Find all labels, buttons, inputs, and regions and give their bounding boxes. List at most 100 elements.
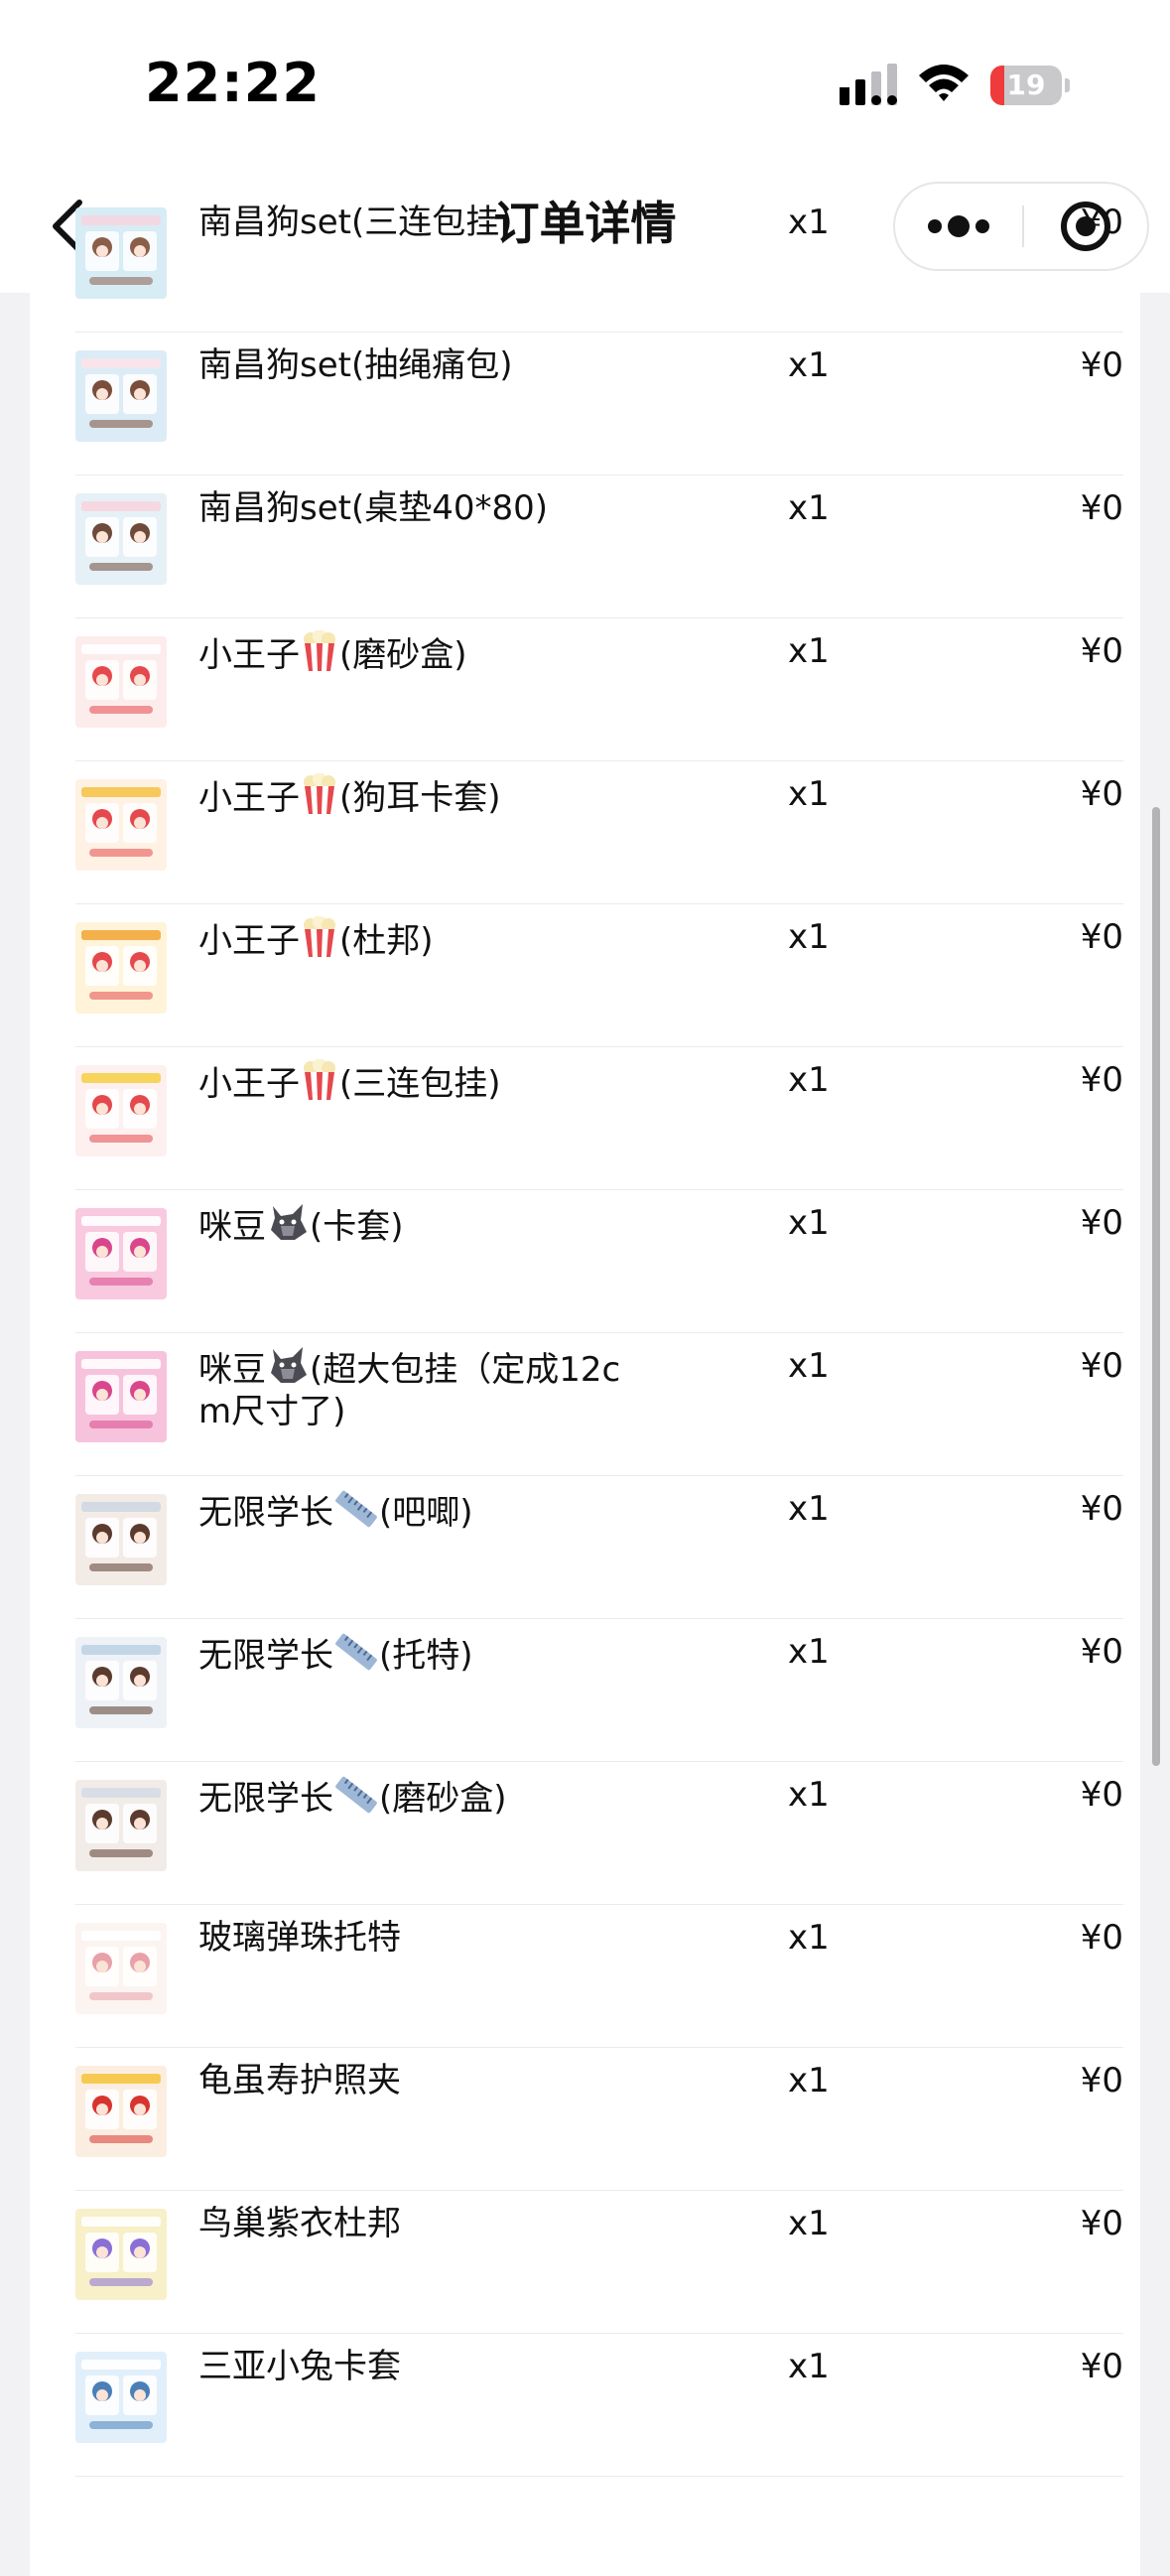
product-thumbnail[interactable]: [75, 493, 167, 585]
product-thumbnail[interactable]: [75, 1065, 167, 1156]
product-thumbnail[interactable]: [75, 207, 167, 299]
product-image: [75, 493, 167, 585]
product-name-suffix: (托特): [379, 1636, 473, 1676]
popcorn-icon: [304, 773, 335, 814]
product-quantity: x1: [788, 345, 830, 385]
product-name: 鸟巢紫衣杜邦: [198, 2203, 625, 2244]
product-name-prefix: 无限学长: [198, 1493, 333, 1533]
product-thumbnail[interactable]: [75, 1637, 167, 1728]
product-thumbnail[interactable]: [75, 1208, 167, 1299]
product-quantity: x1: [788, 1632, 830, 1672]
product-quantity: x1: [788, 2204, 830, 2243]
product-thumbnail[interactable]: [75, 922, 167, 1014]
product-quantity: x1: [788, 1918, 830, 1958]
product-name-prefix: 咪豆: [198, 1207, 266, 1247]
product-image: [75, 779, 167, 871]
product-name-prefix: 小王子: [198, 635, 300, 675]
product-image: [75, 1494, 167, 1585]
product-name: 咪豆 (超大包挂（定成12cm尺寸了): [198, 1345, 625, 1432]
product-thumbnail[interactable]: [75, 2066, 167, 2157]
product-quantity: x1: [788, 1203, 830, 1243]
product-image: [75, 922, 167, 1014]
product-name-suffix: (狗耳卡套): [339, 778, 501, 818]
product-thumbnail[interactable]: [75, 2209, 167, 2300]
product-thumbnail[interactable]: [75, 1923, 167, 2014]
order-item-row[interactable]: 咪豆 (超大包挂（定成12cm尺寸了) x1 ¥0: [75, 1333, 1123, 1476]
product-quantity: x1: [788, 488, 830, 528]
product-name-prefix: 小王子: [198, 921, 300, 961]
product-price: ¥0: [1080, 1775, 1123, 1815]
product-price: ¥0: [1080, 1203, 1123, 1243]
order-item-row[interactable]: 鸟巢紫衣杜邦 x1 ¥0: [75, 2191, 1123, 2334]
product-name-prefix: 小王子: [198, 778, 300, 818]
product-name: 小王子 (磨砂盒): [198, 630, 625, 676]
product-image: [75, 1923, 167, 2014]
product-name: 三亚小兔卡套: [198, 2346, 625, 2387]
product-quantity: x1: [788, 774, 830, 814]
product-image: [75, 2209, 167, 2300]
order-item-row[interactable]: 小王子 (三连包挂) x1 ¥0: [75, 1047, 1123, 1190]
product-thumbnail[interactable]: [75, 1494, 167, 1585]
product-name-prefix: 三亚小兔卡套: [198, 2347, 401, 2386]
product-name-prefix: 小王子: [198, 1064, 300, 1104]
product-name: 南昌狗set(桌垫40*80): [198, 487, 625, 529]
product-price: ¥0: [1080, 488, 1123, 528]
product-name: 咪豆 (卡套): [198, 1202, 625, 1248]
product-name-suffix: (三连包挂): [339, 1064, 501, 1104]
product-name: 南昌狗set(抽绳痛包): [198, 344, 625, 386]
product-name-suffix: (磨砂盒): [379, 1779, 507, 1819]
product-price: ¥0: [1080, 1060, 1123, 1100]
product-name: 南昌狗set(三连包挂): [198, 202, 625, 243]
order-item-row[interactable]: 小王子 (杜邦) x1 ¥0: [75, 904, 1123, 1047]
product-name: 无限学长 (磨砂盒): [198, 1774, 625, 1820]
product-name: 龟虽寿护照夹: [198, 2060, 625, 2101]
ruler-icon: [335, 1490, 377, 1528]
product-name-suffix: (杜邦): [339, 921, 434, 961]
order-item-row[interactable]: 无限学长 (吧唧) x1 ¥0: [75, 1476, 1123, 1619]
product-image: [75, 1637, 167, 1728]
order-item-row[interactable]: 南昌狗set(抽绳痛包) x1 ¥0: [75, 333, 1123, 475]
product-name: 无限学长 (吧唧): [198, 1488, 625, 1534]
order-item-row[interactable]: 南昌狗set(桌垫40*80) x1 ¥0: [75, 475, 1123, 618]
product-name-suffix: (卡套): [310, 1207, 404, 1247]
product-image: [75, 2066, 167, 2157]
product-name-prefix: 无限学长: [198, 1779, 333, 1819]
product-quantity: x1: [788, 1346, 830, 1386]
order-item-row[interactable]: 南昌狗set(三连包挂) x1 ¥0: [75, 190, 1123, 333]
product-price: ¥0: [1080, 2347, 1123, 2386]
wolf-icon: [271, 1347, 307, 1383]
status-bar: 22:22 19: [0, 0, 1170, 159]
cellular-signal-icon: [840, 64, 897, 105]
product-price: ¥0: [1080, 1489, 1123, 1529]
popcorn-icon: [304, 630, 335, 671]
order-item-row[interactable]: 无限学长 (托特) x1 ¥0: [75, 1619, 1123, 1762]
product-thumbnail[interactable]: [75, 1780, 167, 1871]
order-item-row[interactable]: 无限学长 (磨砂盒) x1 ¥0: [75, 1762, 1123, 1905]
order-item-row[interactable]: 咪豆 (卡套) x1 ¥0: [75, 1190, 1123, 1333]
order-item-row[interactable]: 小王子 (狗耳卡套) x1 ¥0: [75, 761, 1123, 904]
product-name-prefix: 南昌狗set(三连包挂): [198, 203, 513, 242]
product-thumbnail[interactable]: [75, 1351, 167, 1442]
product-quantity: x1: [788, 631, 830, 671]
product-quantity: x1: [788, 2061, 830, 2101]
product-thumbnail[interactable]: [75, 779, 167, 871]
product-name-suffix: (磨砂盒): [339, 635, 467, 675]
order-item-row[interactable]: 龟虽寿护照夹 x1 ¥0: [75, 2048, 1123, 2191]
order-item-row[interactable]: 三亚小兔卡套 x1 ¥0: [75, 2334, 1123, 2477]
product-thumbnail[interactable]: [75, 636, 167, 728]
scrollbar-thumb[interactable]: [1152, 807, 1160, 1766]
product-thumbnail[interactable]: [75, 2352, 167, 2443]
product-quantity: x1: [788, 917, 830, 957]
product-image: [75, 1065, 167, 1156]
product-name-prefix: 南昌狗set(桌垫40*80): [198, 488, 549, 528]
order-item-row[interactable]: 小王子 (磨砂盒) x1 ¥0: [75, 618, 1123, 761]
product-name-prefix: 玻璃弹珠托特: [198, 1918, 401, 1958]
battery-body: 19: [990, 66, 1062, 105]
product-price: ¥0: [1080, 345, 1123, 385]
order-items-card: 南昌狗set(三连包挂) x1 ¥0 南昌狗set(抽绳痛包) x1 ¥0 南昌狗set(桌…: [30, 203, 1140, 2576]
wolf-icon: [271, 1204, 307, 1240]
order-item-row[interactable]: 玻璃弹珠托特 x1 ¥0: [75, 1905, 1123, 2048]
product-thumbnail[interactable]: [75, 350, 167, 442]
battery-level: 19: [1006, 68, 1046, 101]
battery-indicator: 19: [990, 66, 1070, 105]
